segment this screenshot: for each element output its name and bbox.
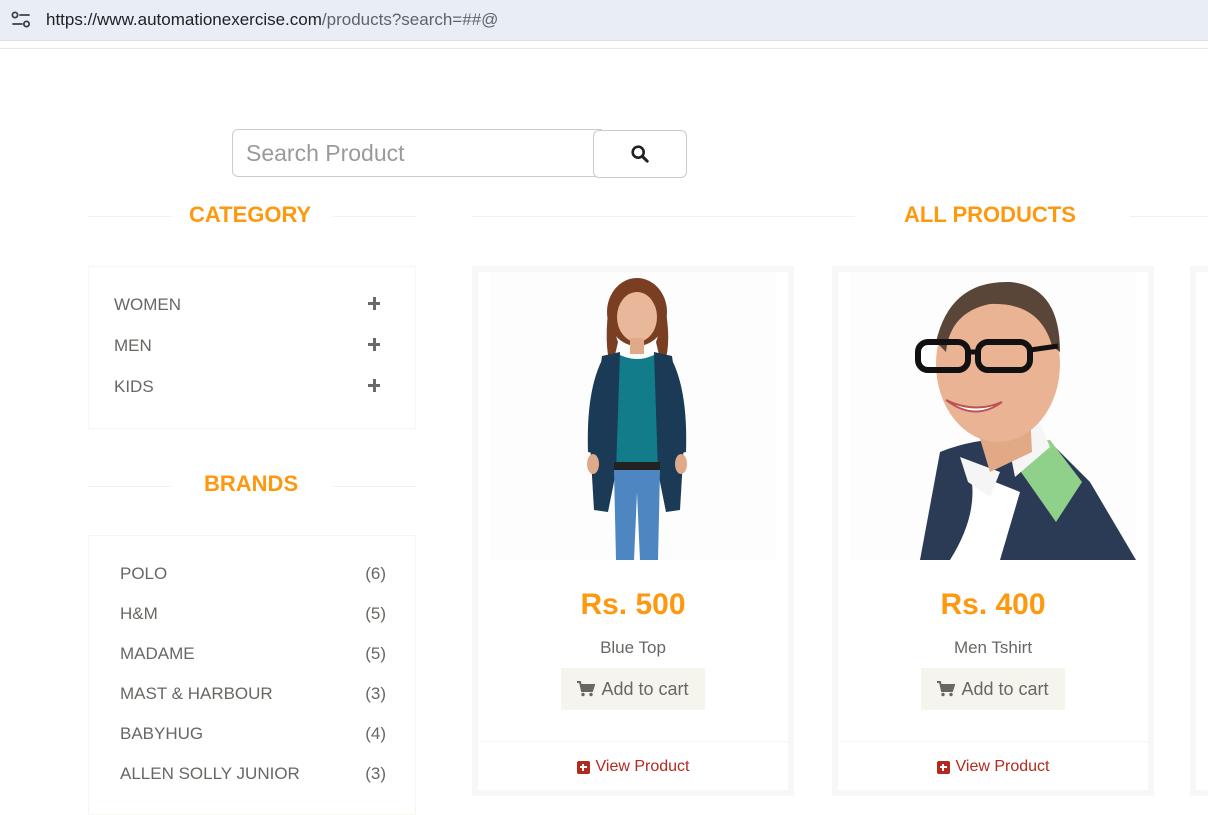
title-line-right: [333, 486, 416, 487]
category-item-women[interactable]: WOMEN: [114, 295, 181, 315]
view-product-label: View Product: [595, 758, 690, 775]
product-price: Rs. 400: [940, 588, 1046, 621]
title-line-right: [1130, 216, 1208, 217]
url-text[interactable]: https://www.automationexercise.com/produ…: [46, 10, 498, 30]
search-product-input[interactable]: [232, 129, 602, 177]
product-image: [850, 272, 1136, 560]
product-name: Men Tshirt: [953, 638, 1033, 657]
plus-square-icon: [576, 760, 590, 774]
title-line-left: [472, 216, 855, 217]
plus-icon[interactable]: [368, 297, 382, 311]
title-line-left: [88, 486, 171, 487]
brand-count: (6): [365, 564, 386, 583]
search-button[interactable]: [593, 130, 687, 178]
brand-name: H&M: [120, 604, 158, 623]
page-divider: [0, 48, 1208, 49]
brand-count: (3): [365, 684, 386, 703]
brand-name: BABYHUG: [120, 724, 204, 743]
brand-name: POLO: [120, 564, 168, 583]
category-item-men[interactable]: MEN: [114, 336, 152, 356]
url-path: /products?search=##@: [321, 10, 499, 29]
product-card: Rs. 500 Blue Top Add to cart View Produc…: [472, 266, 794, 796]
brand-count: (5): [365, 644, 386, 663]
add-to-cart-label: Add to cart: [601, 678, 689, 699]
product-card-partial: [1190, 266, 1208, 796]
plus-icon[interactable]: [368, 379, 382, 393]
browser-address-bar: https://www.automationexercise.com/produ…: [0, 0, 1208, 41]
brand-count: (4): [365, 724, 386, 743]
view-product-label: View Product: [955, 758, 1050, 775]
category-item-kids[interactable]: KIDS: [114, 377, 154, 397]
brand-name: MAST & HARBOUR: [120, 684, 273, 703]
product-card: Rs. 400 Men Tshirt Add to cart View Prod…: [832, 266, 1154, 796]
product-price: Rs. 500: [580, 588, 686, 621]
category-title: CATEGORY: [189, 202, 312, 227]
site-info-icon[interactable]: [8, 8, 34, 32]
brand-name: ALLEN SOLLY JUNIOR: [120, 764, 300, 783]
view-product-link[interactable]: View Product: [838, 758, 1148, 776]
product-name: Blue Top: [600, 638, 666, 657]
search-icon: [631, 145, 649, 163]
card-divider: [478, 741, 788, 742]
shopping-cart-icon: [937, 681, 956, 697]
shopping-cart-icon: [577, 681, 596, 697]
plus-square-icon: [936, 760, 950, 774]
add-to-cart-button[interactable]: Add to cart: [561, 668, 705, 710]
add-to-cart-button[interactable]: Add to cart: [921, 668, 1065, 710]
view-product-link[interactable]: View Product: [478, 758, 788, 776]
title-line-right: [333, 216, 416, 217]
brand-count: (5): [365, 604, 386, 623]
card-divider: [838, 741, 1148, 742]
url-host: https://www.automationexercise.com: [46, 10, 322, 29]
brand-name: MADAME: [120, 644, 195, 663]
brands-title: BRANDS: [204, 471, 299, 496]
title-line-left: [88, 216, 171, 217]
add-to-cart-label: Add to cart: [961, 678, 1049, 699]
category-panel: WOMEN MEN KIDS: [88, 266, 416, 429]
all-products-title: ALL PRODUCTS: [904, 202, 1076, 227]
brands-panel: POLO (6) H&M (5) MADAME (5) MAST & HARBO…: [88, 535, 416, 815]
brand-count: (3): [365, 764, 386, 783]
plus-icon[interactable]: [368, 338, 382, 352]
product-image: [490, 272, 776, 560]
